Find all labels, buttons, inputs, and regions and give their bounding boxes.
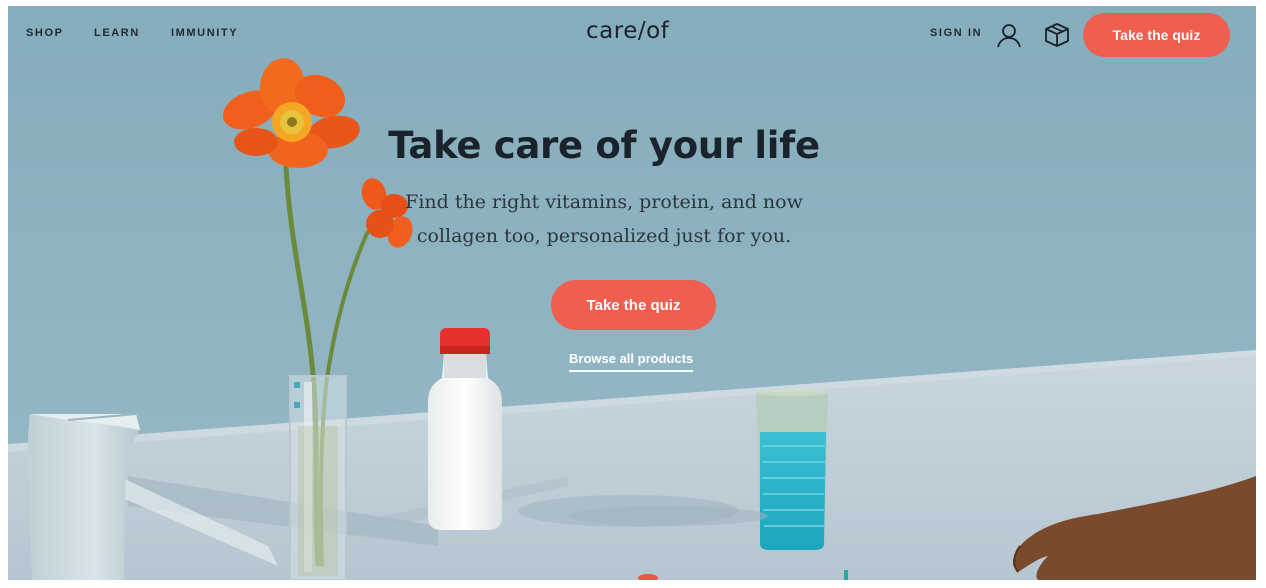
hero-quiz-button[interactable]: Take the quiz [551, 280, 716, 330]
hero-subtitle-line1: Find the right vitamins, protein, and no… [405, 191, 803, 213]
hero-section: SHOP LEARN IMMUNITY care/of SIGN IN Take… [8, 6, 1256, 580]
browse-all-products-link[interactable]: Browse all products [569, 351, 694, 372]
top-navigation: SHOP LEARN IMMUNITY care/of SIGN IN Take… [8, 6, 1256, 62]
user-icon[interactable] [996, 22, 1022, 53]
box-icon[interactable] [1044, 22, 1070, 53]
hero-subtitle-line2: collagen too, personalized just for you. [416, 225, 792, 247]
brand-logo[interactable]: care/of [586, 18, 669, 44]
hero-title: Take care of your life [388, 124, 820, 167]
hero-subtitle: Find the right vitamins, protein, and no… [398, 185, 810, 253]
nav-link-shop[interactable]: SHOP [26, 27, 64, 39]
nav-link-immunity[interactable]: IMMUNITY [171, 27, 238, 39]
nav-link-learn[interactable]: LEARN [94, 27, 140, 39]
sign-in-link[interactable]: SIGN IN [930, 27, 982, 39]
nav-quiz-button[interactable]: Take the quiz [1083, 13, 1230, 57]
